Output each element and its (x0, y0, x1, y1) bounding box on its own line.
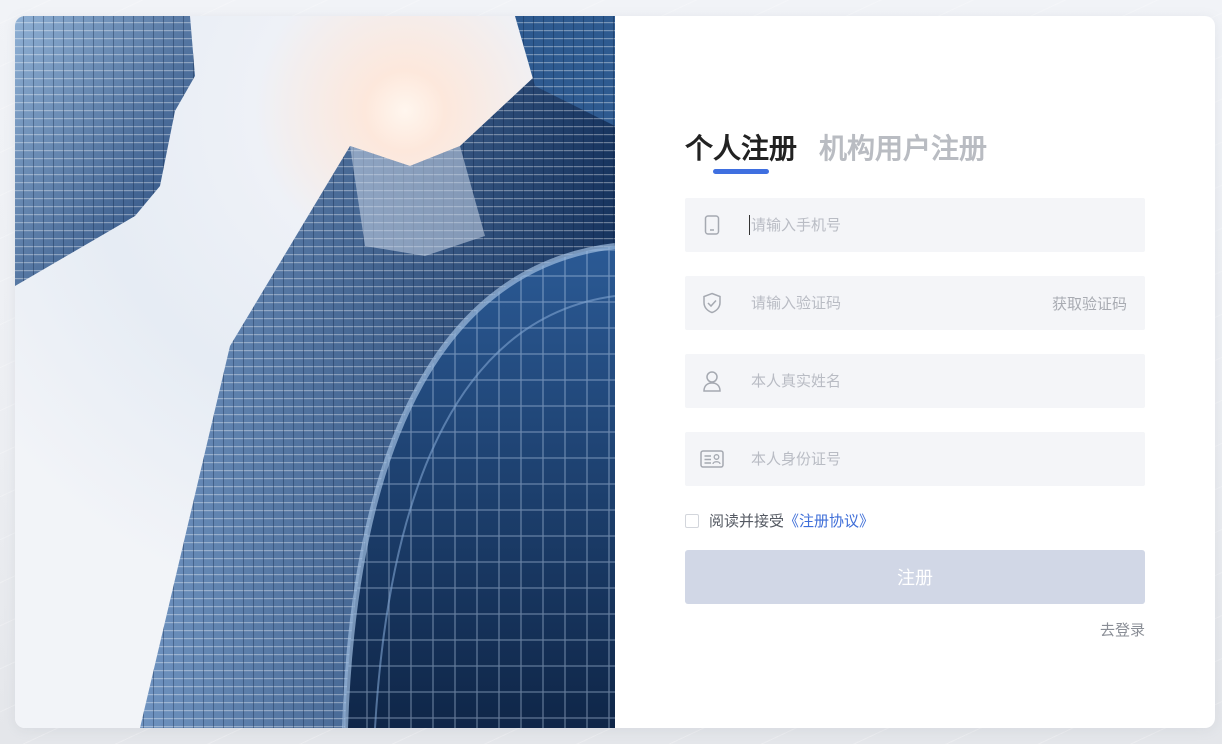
id-number-input[interactable] (749, 443, 1033, 475)
user-icon (699, 368, 725, 394)
name-field[interactable] (685, 354, 1145, 408)
skyscraper-illustration (15, 16, 615, 728)
register-form: 个人注册 机构用户注册 获取验证码 (685, 16, 1145, 728)
verification-code-input[interactable] (749, 287, 1033, 319)
building-photo (15, 16, 615, 728)
phone-input[interactable] (749, 209, 1033, 241)
register-tabs: 个人注册 机构用户注册 (685, 130, 1009, 168)
agreement-row: 阅读并接受 《注册协议》 (685, 510, 874, 531)
register-card: 个人注册 机构用户注册 获取验证码 (15, 16, 1215, 728)
code-field[interactable]: 获取验证码 (685, 276, 1145, 330)
tab-organization-register[interactable]: 机构用户注册 (819, 130, 987, 168)
agreement-link[interactable]: 《注册协议》 (784, 510, 874, 531)
text-cursor (749, 215, 750, 235)
agreement-text: 阅读并接受 (709, 512, 785, 530)
shield-check-icon (699, 290, 725, 316)
register-button[interactable]: 注册 (685, 550, 1145, 604)
phone-icon (699, 212, 725, 238)
agreement-checkbox[interactable] (685, 513, 699, 528)
id-card-icon (699, 446, 725, 472)
real-name-input[interactable] (749, 365, 1033, 397)
active-tab-indicator (713, 169, 769, 174)
get-code-button[interactable]: 获取验证码 (1052, 293, 1127, 314)
tab-personal-register[interactable]: 个人注册 (685, 130, 797, 168)
go-to-login-link[interactable]: 去登录 (1100, 619, 1145, 640)
id-number-field[interactable] (685, 432, 1145, 486)
phone-field[interactable] (685, 198, 1145, 252)
